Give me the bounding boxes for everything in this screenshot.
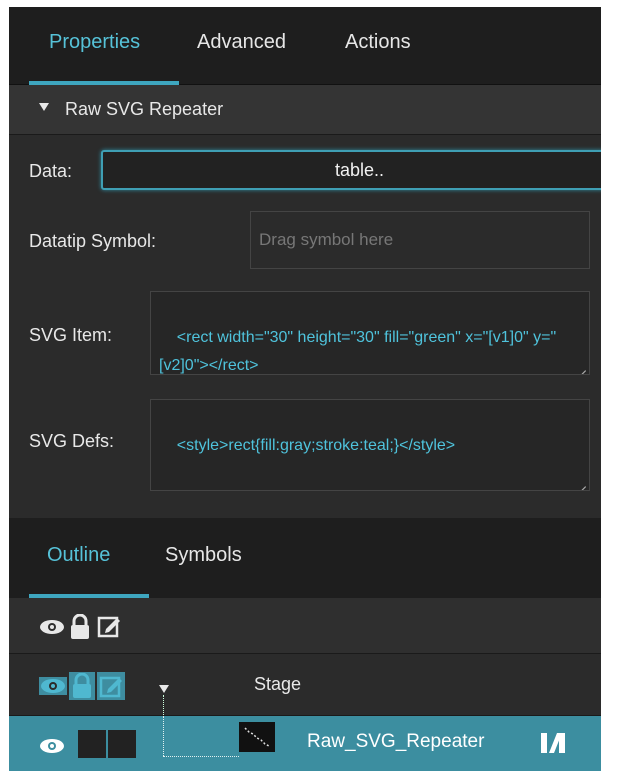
tab-advanced[interactable]: Advanced — [197, 31, 286, 54]
data-field-value: table.. — [334, 160, 385, 180]
svg-defs-textarea[interactable]: <style>rect{fill:gray;stroke:teal;}</sty… — [150, 399, 590, 491]
data-label: Data: — [29, 161, 73, 181]
tab-properties[interactable]: Properties — [49, 31, 140, 54]
lock-toggle-off[interactable] — [78, 730, 106, 758]
resize-handle-icon[interactable] — [576, 477, 586, 487]
raw-svg-repeater-label: Raw_SVG_Repeater — [307, 731, 485, 752]
thumbnail-icon — [239, 722, 275, 752]
top-tab-bar: Properties Advanced Actions — [9, 7, 601, 85]
datatip-symbol-label: Datatip Symbol: — [29, 231, 157, 251]
svg-item-textarea[interactable]: <rect width="30" height="30" fill="green… — [150, 291, 590, 375]
section-header[interactable]: Raw SVG Repeater — [9, 85, 601, 135]
svg-item-label: SVG Item: — [29, 325, 113, 345]
tab-symbols[interactable]: Symbols — [165, 544, 242, 567]
tab-actions[interactable]: Actions — [345, 31, 411, 54]
outline-row-stage[interactable]: Stage — [9, 654, 601, 745]
svg-defs-label: SVG Defs: — [29, 431, 115, 451]
lock-icon[interactable] — [71, 673, 93, 699]
edit-icon[interactable] — [99, 674, 123, 698]
properties-panel: Properties Advanced Actions Raw SVG Repe… — [9, 7, 601, 771]
outline-header-row — [9, 598, 601, 654]
lock-icon[interactable] — [69, 614, 91, 640]
eye-icon[interactable] — [39, 619, 65, 635]
data-field[interactable]: table.. — [101, 150, 601, 190]
repeater-icon — [541, 733, 565, 753]
svg-defs-value: <style>rect{fill:gray;stroke:teal;}</sty… — [176, 437, 456, 454]
section-title: Raw SVG Repeater — [65, 99, 224, 119]
edit-toggle-off[interactable] — [108, 730, 136, 758]
outline-tab-bar: Outline Symbols — [9, 518, 601, 598]
expand-arrow-icon[interactable] — [159, 685, 169, 693]
edit-icon[interactable] — [97, 614, 121, 638]
eye-icon[interactable] — [39, 738, 65, 754]
stage-label: Stage — [254, 674, 302, 694]
eye-icon[interactable] — [40, 678, 66, 694]
tab-outline[interactable]: Outline — [47, 544, 110, 567]
tree-connector — [163, 716, 164, 756]
outline-row-raw-svg-repeater[interactable]: Raw_SVG_Repeater — [9, 716, 601, 771]
datatip-symbol-dropzone[interactable]: Drag symbol here — [250, 211, 590, 269]
resize-handle-icon[interactable] — [576, 361, 586, 371]
tree-connector — [163, 756, 239, 757]
svg-item-value: <rect width="30" height="30" fill="green… — [159, 329, 557, 374]
collapse-arrow-icon[interactable] — [39, 103, 49, 111]
